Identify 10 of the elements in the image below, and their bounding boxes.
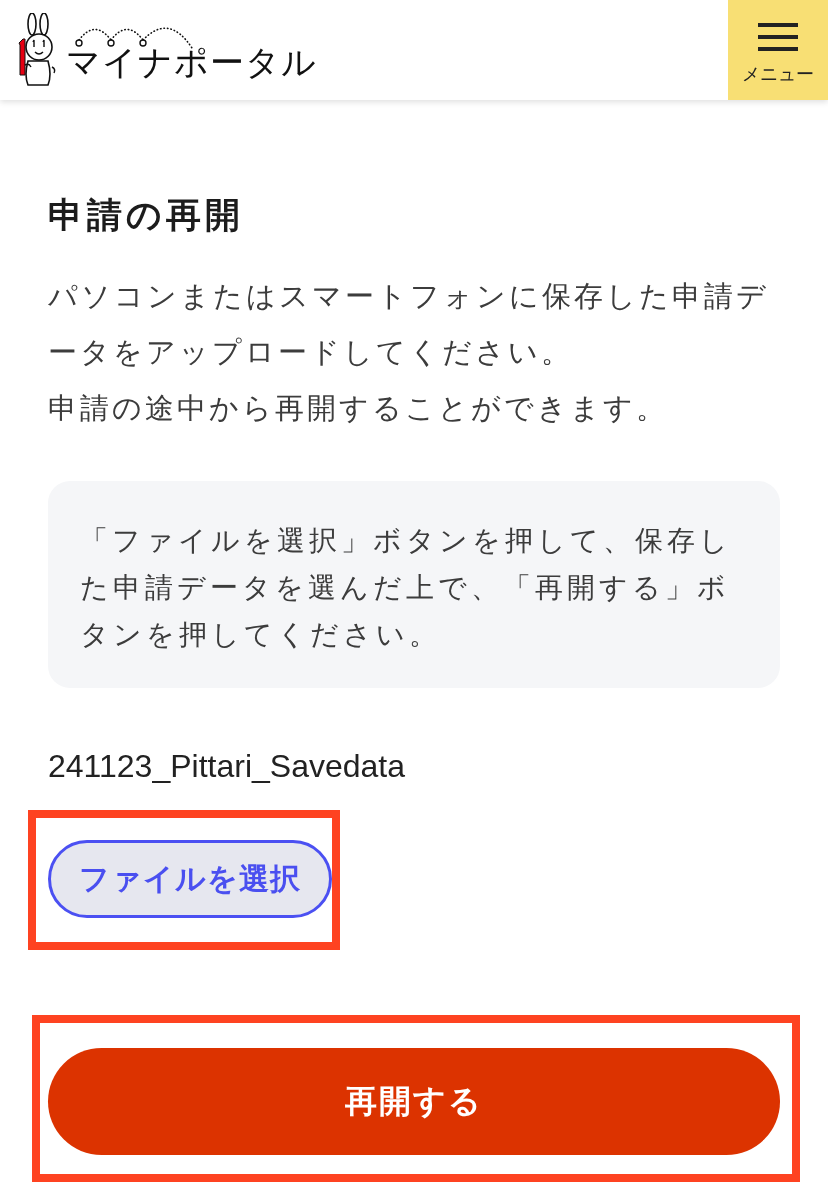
choose-file-button[interactable]: ファイルを選択 (48, 840, 332, 918)
page-title: 申請の再開 (48, 194, 245, 237)
file-name: 241123_Pittari_Savedata (48, 747, 406, 786)
notice-text: 「ファイルを選択」ボタンを押して、保存した申請データを選んだ上で、「再開する」ボタンを押してください。 (48, 481, 780, 688)
menu-button[interactable]: メニュー (728, 0, 828, 100)
menu-icon (758, 23, 798, 51)
description-text: 申請の途中から再開することができます。 (48, 390, 669, 427)
resume-button[interactable]: 再開する (48, 1048, 780, 1155)
logo-text: マイナポータル (66, 43, 317, 81)
description-text: パソコンまたはスマートフォンに保存した申請データをアップロードしてください。 (48, 278, 770, 371)
